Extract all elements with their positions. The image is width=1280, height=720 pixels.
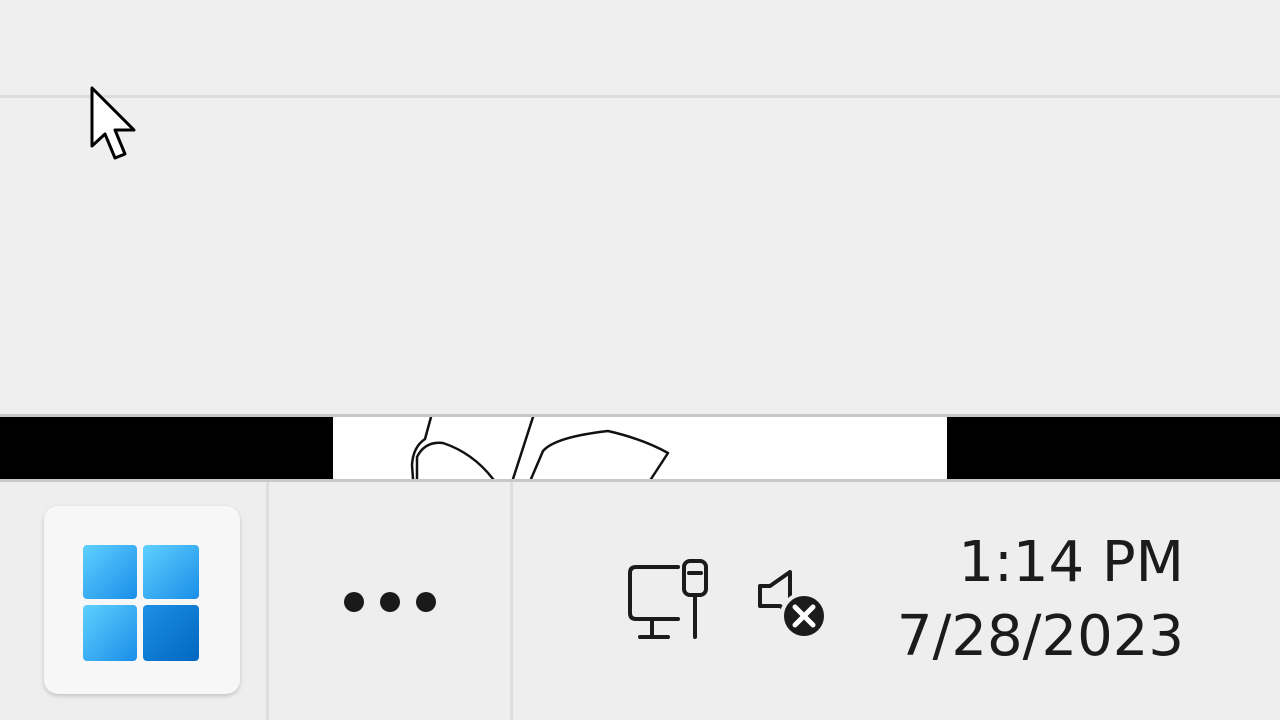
start-button[interactable]: [44, 506, 240, 694]
more-horizontal-icon: [416, 592, 436, 612]
taskbar-separator: [266, 482, 269, 720]
taskbar: 1:14 PM 7/28/2023: [0, 482, 1280, 720]
more-horizontal-icon: [344, 592, 364, 612]
taskbar-separator: [510, 482, 513, 720]
app-header-area: [0, 0, 1280, 96]
wired-network-icon[interactable]: [622, 557, 712, 643]
more-horizontal-icon: [380, 592, 400, 612]
windows-logo-icon: [83, 545, 199, 661]
show-hidden-icons-button[interactable]: [330, 562, 450, 642]
arrow-pointer-icon: [90, 86, 136, 160]
drawing-preview-thumbnail[interactable]: [333, 417, 947, 479]
clock-time: 1:14 PM: [958, 530, 1184, 595]
app-content-area: [0, 98, 1280, 414]
thumbnail-strip: [0, 414, 1280, 482]
screen: 1:14 PM 7/28/2023: [0, 0, 1280, 720]
volume-muted-icon[interactable]: [752, 570, 832, 642]
clock-date: 7/28/2023: [896, 604, 1184, 669]
sketch-drawing: [410, 417, 670, 479]
clock[interactable]: 1:14 PM 7/28/2023: [897, 526, 1184, 674]
